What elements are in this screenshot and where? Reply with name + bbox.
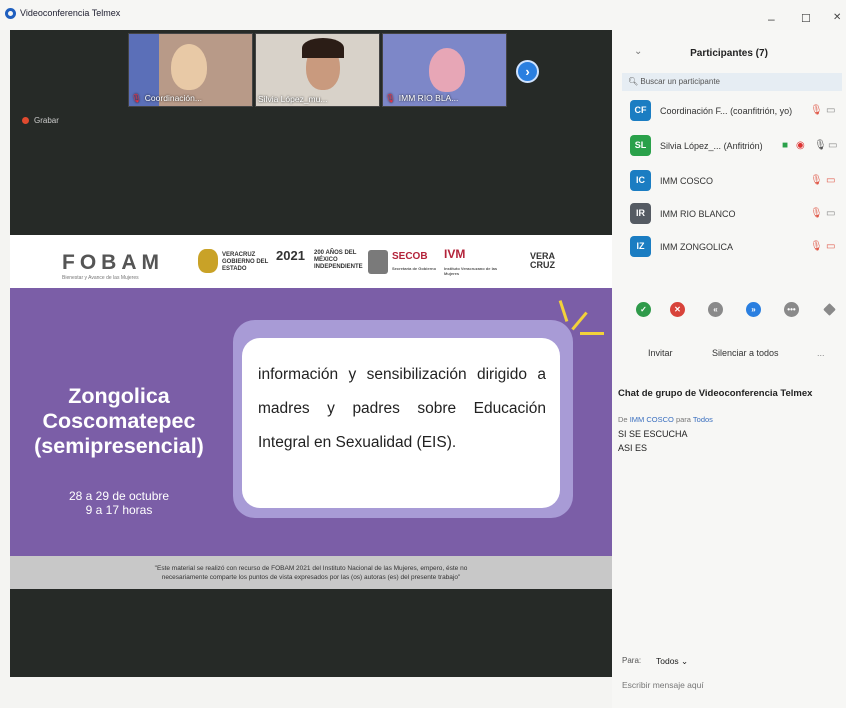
camera-icon[interactable]: ▭ xyxy=(826,208,835,219)
participant-row[interactable]: IR IMM RIO BLANCO 🎙 ▭ xyxy=(630,203,844,225)
slide-card: información y sensibilización dirigido a… xyxy=(242,338,560,508)
mic-muted-icon[interactable]: 🎙 xyxy=(810,241,823,252)
secob-logo: SECOB xyxy=(392,251,428,262)
app-logo-icon xyxy=(5,8,16,19)
shared-slide: FOBAM Bienestar y Avance de las Mujeres … xyxy=(10,235,612,613)
share-screen-icon: ■ xyxy=(782,140,789,151)
mic-muted-icon[interactable]: 🎙 xyxy=(810,105,823,116)
fobam-subtitle: Bienestar y Avance de las Mujeres xyxy=(62,275,139,281)
veracruz-seal-icon xyxy=(198,249,218,273)
slide-card-text: información y sensibilización dirigido a… xyxy=(258,366,546,451)
close-button[interactable]: ✕ xyxy=(833,12,841,23)
check-icon[interactable]: ✓ xyxy=(636,302,651,317)
minimize-button[interactable]: – xyxy=(768,12,775,26)
slide-dates: 28 a 29 de octubre 9 a 17 horas xyxy=(68,489,170,517)
participant-row[interactable]: IC IMM COSCO 🎙 ▭ xyxy=(630,170,844,192)
chat-to-label: Para: xyxy=(622,656,642,665)
chat-message: SI SE ESCUCHA xyxy=(618,429,688,439)
collapse-chevron-icon[interactable]: ⌄ xyxy=(634,46,642,57)
window-title: Videoconferencia Telmex xyxy=(20,8,121,18)
chat-sender-line: De IMM COSCO para Todos xyxy=(618,415,713,424)
slide-location: Zongolica Coscomatepec (semipresencial) xyxy=(34,384,204,458)
participants-header: ⌄ Participantes (7) xyxy=(634,46,768,59)
reject-icon[interactable]: ✕ xyxy=(670,302,685,317)
veracruz-brand-logo: VERA CRUZ xyxy=(530,251,555,270)
mic-icon[interactable]: 🎙 xyxy=(814,140,827,151)
participant-row[interactable]: CF Coordinación F... (coanfitrión, yo) 🎙… xyxy=(630,100,844,122)
rewind-icon[interactable]: « xyxy=(708,302,723,317)
thumbnail-name: Silvia López_mu... xyxy=(258,94,328,104)
side-panel: ⌄ Participantes (7) 🔍︎ Buscar un particip… xyxy=(612,30,846,708)
more-options-icon[interactable]: ••• xyxy=(784,302,799,317)
avatar: IZ xyxy=(630,236,651,257)
record-button[interactable]: Grabar xyxy=(22,116,59,125)
more-button[interactable]: ... xyxy=(817,348,825,358)
participant-controls: ✓ ✕ « » ••• xyxy=(632,302,836,320)
chat-recipient-select[interactable]: Todos ⌄ xyxy=(656,656,688,667)
video-thumbnail[interactable]: 🎙 IMM RIO BLA... xyxy=(382,33,507,107)
ivm-subtitle: Instituto Veracruzano de las Mujeres xyxy=(444,266,498,276)
thumbnail-name: IMM RIO BLA... xyxy=(398,93,459,103)
chat-message: ASI ES xyxy=(618,443,648,453)
participant-row[interactable]: IZ IMM ZONGOLICA 🎙 ▭ xyxy=(630,236,844,258)
next-page-button[interactable]: › xyxy=(516,60,539,83)
avatar: CF xyxy=(630,100,651,121)
mic-muted-icon: 🎙 xyxy=(131,93,142,103)
maximize-button[interactable]: ☐ xyxy=(801,12,811,25)
mic-muted-icon[interactable]: 🎙 xyxy=(810,208,823,219)
mic-muted-icon[interactable]: 🎙 xyxy=(810,175,823,186)
thumbnail-name: Coordinación... xyxy=(144,93,202,103)
ivm-logo: IVM xyxy=(444,247,466,261)
recording-icon: ◉ xyxy=(796,140,805,151)
record-label: Grabar xyxy=(34,116,59,125)
mic-muted-icon: 🎙 xyxy=(385,93,396,103)
participant-row[interactable]: SL Silvia López_... (Anfitrión) ■ ◉ 🎙 ▭ xyxy=(630,135,844,157)
forward-icon[interactable]: » xyxy=(746,302,761,317)
lower-hand-icon[interactable] xyxy=(823,303,836,316)
secob-subtitle: Secretaría de Gobierno xyxy=(392,266,437,271)
slide-disclaimer: "Este material se realizó con recurso de… xyxy=(10,556,612,589)
camera-icon[interactable]: ▭ xyxy=(826,105,835,116)
title-bar: Videoconferencia Telmex – ☐ ✕ xyxy=(0,0,846,30)
avatar: SL xyxy=(630,135,651,156)
avatar: IR xyxy=(630,203,651,224)
video-area: 🎙 Coordinación... Silvia López_mu... 🎙 IMM… xyxy=(10,30,612,677)
camera-off-icon[interactable]: ▭ xyxy=(826,241,835,252)
secob-seal-icon xyxy=(368,250,388,274)
logo-banner: FOBAM Bienestar y Avance de las Mujeres … xyxy=(10,235,612,288)
bicentenario-logo: 200 AÑOS DEL MÉXICO INDEPENDIENTE xyxy=(314,250,363,270)
video-thumbnail[interactable]: 🎙 Coordinación... xyxy=(128,33,253,107)
slide-body: Zongolica Coscomatepec (semipresencial) 28… xyxy=(10,288,612,556)
camera-icon[interactable]: ▭ xyxy=(828,140,837,151)
veracruz-logo: VERACRUZ GOBIERNO DEL ESTADO xyxy=(222,252,269,272)
chat-title: Chat de grupo de Videoconferencia Telmex xyxy=(618,388,813,399)
avatar: IC xyxy=(630,170,651,191)
year-logo: 2021 xyxy=(276,248,305,263)
chat-message-input[interactable]: Escribir mensaje aquí xyxy=(622,680,704,690)
camera-off-icon[interactable]: ▭ xyxy=(826,175,835,186)
participant-search-input[interactable]: 🔍︎ Buscar un participante xyxy=(622,73,842,91)
record-icon xyxy=(22,117,29,124)
video-thumbnail[interactable]: Silvia López_mu... xyxy=(255,33,380,107)
fobam-logo: FOBAM xyxy=(62,251,164,274)
invite-button[interactable]: Invitar xyxy=(648,348,673,358)
mute-all-button[interactable]: Silenciar a todos xyxy=(712,348,779,358)
